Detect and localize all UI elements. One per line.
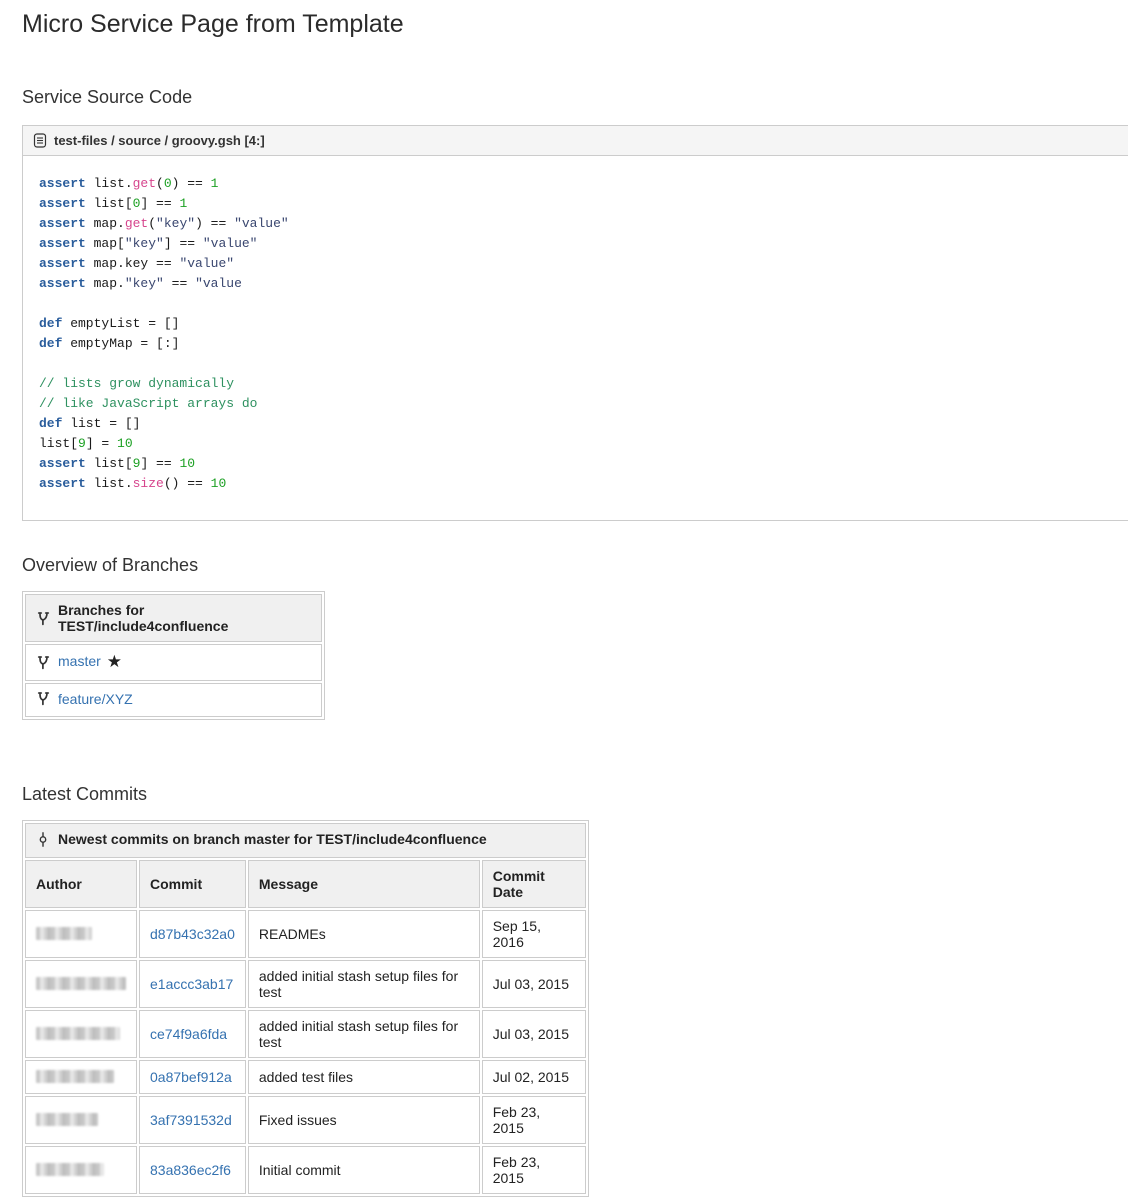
commit-date: Sep 15, 2016 [482, 910, 586, 958]
redacted-author [36, 1027, 120, 1040]
commit-link[interactable]: e1accc3ab17 [150, 976, 233, 992]
redacted-author [36, 1163, 104, 1176]
redacted-author [36, 1070, 114, 1083]
commit-date: Feb 23, 2015 [482, 1096, 586, 1144]
branches-table: Branches for TEST/include4confluence mas… [22, 591, 325, 720]
default-branch-star-icon: ★ [107, 652, 122, 671]
page-content: Micro Service Page from Template Service… [0, 10, 1128, 1197]
code-panel: test-files / source / groovy.gsh [4:] as… [22, 125, 1128, 521]
redacted-author [36, 1113, 98, 1126]
commit-link[interactable]: ce74f9a6fda [150, 1026, 227, 1042]
commit-date: Jul 03, 2015 [482, 1010, 586, 1058]
commit-date: Jul 03, 2015 [482, 960, 586, 1008]
commit-date: Jul 02, 2015 [482, 1060, 586, 1094]
commit-date: Feb 23, 2015 [482, 1146, 586, 1194]
page-title: Micro Service Page from Template [22, 10, 1128, 39]
code-panel-header: test-files / source / groovy.gsh [4:] [23, 126, 1128, 156]
git-branch-icon [36, 655, 50, 670]
column-header-commit: Commit [139, 860, 246, 908]
branches-table-header: Branches for TEST/include4confluence [25, 594, 322, 642]
commit-row: 0a87bef912a added test files Jul 02, 201… [25, 1060, 586, 1094]
commit-link[interactable]: d87b43c32a0 [150, 926, 235, 942]
section-heading-source-code: Service Source Code [22, 87, 1128, 108]
commit-message: READMEs [248, 910, 480, 958]
commit-message: Initial commit [248, 1146, 480, 1194]
commit-row: e1accc3ab17 added initial stash setup fi… [25, 960, 586, 1008]
commit-message: Fixed issues [248, 1096, 480, 1144]
commit-message: added initial stash setup files for test [248, 1010, 480, 1058]
branch-link-feature-xyz[interactable]: feature/XYZ [58, 691, 133, 707]
redacted-author [36, 977, 126, 990]
document-icon [33, 133, 47, 148]
column-header-author: Author [25, 860, 137, 908]
git-branch-icon [36, 611, 50, 626]
commits-column-header-row: Author Commit Message Commit Date [25, 860, 586, 908]
column-header-message: Message [248, 860, 480, 908]
section-heading-branches: Overview of Branches [22, 555, 1128, 576]
commit-row: 83a836ec2f6 Initial commit Feb 23, 2015 [25, 1146, 586, 1194]
code-panel-title: test-files / source / groovy.gsh [4:] [54, 133, 265, 148]
column-header-date: Commit Date [482, 860, 586, 908]
source-code-block: assert list.get(0) == 1assert list[0] ==… [23, 156, 1128, 520]
commits-table: Newest commits on branch master for TEST… [22, 820, 589, 1197]
commit-row: 3af7391532d Fixed issues Feb 23, 2015 [25, 1096, 586, 1144]
git-commit-icon [36, 832, 50, 847]
redacted-author [36, 927, 92, 940]
branch-row: feature/XYZ [25, 683, 322, 718]
commit-message: added test files [248, 1060, 480, 1094]
commit-link[interactable]: 3af7391532d [150, 1112, 232, 1128]
branch-link-master[interactable]: master [58, 653, 101, 669]
branch-row: master ★ [25, 644, 322, 681]
commit-message: added initial stash setup files for test [248, 960, 480, 1008]
commit-link[interactable]: 0a87bef912a [150, 1069, 232, 1085]
commit-row: d87b43c32a0 READMEs Sep 15, 2016 [25, 910, 586, 958]
section-heading-commits: Latest Commits [22, 784, 1128, 805]
commits-table-header: Newest commits on branch master for TEST… [25, 823, 586, 858]
commit-row: ce74f9a6fda added initial stash setup fi… [25, 1010, 586, 1058]
git-branch-icon [36, 691, 50, 706]
commit-link[interactable]: 83a836ec2f6 [150, 1162, 231, 1178]
